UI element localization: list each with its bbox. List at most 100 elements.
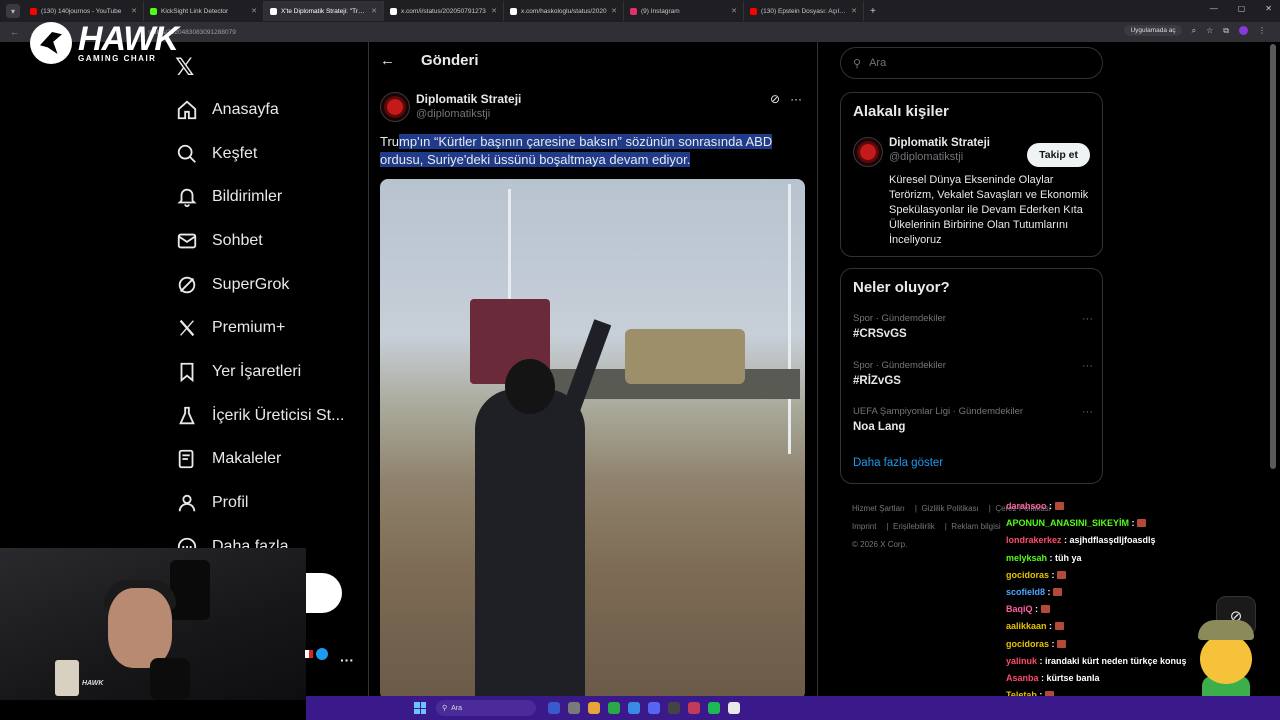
chat-username[interactable]: melyksah (1006, 553, 1047, 563)
more-icon[interactable]: ··· (1082, 360, 1093, 372)
browser-tab[interactable]: (130) 140journos - YouTube ✕ (24, 1, 144, 21)
taskbar-search[interactable]: ⚲ Ara (436, 700, 536, 716)
zoom-icon[interactable]: ⌕ (1192, 26, 1196, 36)
chat-username[interactable]: londrakerkez (1006, 535, 1062, 545)
imprint-link[interactable]: Imprint (852, 522, 876, 531)
taskbar-app-icon[interactable] (688, 702, 700, 714)
nav-item-sohbet[interactable]: Sohbet (174, 219, 344, 263)
extensions-icon[interactable]: ⧉ (1223, 26, 1229, 36)
chat-username[interactable]: BaqiQ (1006, 604, 1033, 614)
browser-tab[interactable]: X'te Diplomatik Strateji: "Trump ✕ (264, 1, 384, 21)
nav-item-bildirimler[interactable]: Bildirimler (174, 175, 344, 219)
taskbar-app-icon[interactable] (708, 702, 720, 714)
maximize-button[interactable]: ▢ (1238, 4, 1246, 13)
browser-tab[interactable]: (9) Instagram ✕ (624, 1, 744, 21)
new-tab-button[interactable]: + (870, 6, 876, 17)
search-input[interactable] (869, 57, 1070, 69)
trend-item[interactable]: UEFA Şampiyonlar Ligi · Gündemdekiler Noa… (853, 406, 1093, 433)
tab-close-icon[interactable]: ✕ (851, 7, 857, 15)
nav-item-supergrok[interactable]: SuperGrok (174, 263, 344, 307)
taskbar-app-icon[interactable] (568, 702, 580, 714)
accessibility-link[interactable]: Erişilebilirlik (893, 522, 935, 531)
related-user[interactable]: Diplomatik Strateji @diplomatikstji (853, 137, 990, 167)
window-menu-button[interactable]: ▾ (6, 4, 20, 18)
taskbar-app-icon[interactable] (668, 702, 680, 714)
privacy-link[interactable]: Gizlilik Politikası (921, 504, 978, 513)
browser-tab[interactable]: KickSight Link Detector ✕ (144, 1, 264, 21)
browser-tab[interactable]: x.com/haskologlu/status/2020 ✕ (504, 1, 624, 21)
taskbar-app-icon[interactable] (548, 702, 560, 714)
nav-item-i-çerik-üreticisi-st-[interactable]: İçerik Üreticisi St... (174, 394, 344, 438)
divider (817, 42, 818, 702)
show-more-link[interactable]: Daha fazla göster (853, 457, 943, 469)
tab-favicon-icon (150, 7, 157, 15)
tab-close-icon[interactable]: ✕ (731, 7, 737, 15)
account-more-icon[interactable]: ··· (340, 652, 354, 668)
terms-link[interactable]: Hizmet Şartları (852, 504, 905, 513)
post-text: Trump'ın “Kürtler başının çaresine baksı… (380, 133, 810, 169)
menu-icon[interactable]: ⋮ (1258, 26, 1266, 35)
tab-close-icon[interactable]: ✕ (611, 7, 617, 15)
emote-icon (1040, 605, 1050, 614)
open-in-app-button[interactable]: Uygulamada aç (1124, 25, 1182, 36)
more-icon[interactable]: ··· (1082, 406, 1093, 418)
close-window-button[interactable]: ✕ (1265, 4, 1272, 13)
search-bar[interactable]: ⚲ (840, 47, 1103, 79)
related-handle[interactable]: @diplomatikstji (889, 151, 990, 163)
author-handle[interactable]: @diplomatikstji (416, 108, 521, 120)
author-name[interactable]: Diplomatik Strateji (416, 92, 521, 106)
nav-label: Profil (212, 494, 249, 512)
post-button-partial[interactable] (306, 573, 342, 613)
chat-username[interactable]: aalikkaan (1006, 621, 1047, 631)
chat-username[interactable]: Asanba (1006, 673, 1039, 683)
minimize-button[interactable]: — (1210, 4, 1218, 13)
browser-tab[interactable]: (130) Epstein Dosyası: Açılırsa K ✕ (744, 1, 864, 21)
taskbar-app-icon[interactable] (588, 702, 600, 714)
post-author[interactable]: Diplomatik Strateji @diplomatikstji (380, 92, 521, 122)
hawk-brand-text: HAWK (78, 19, 179, 58)
mascot-hat-graphic (1198, 620, 1254, 640)
profile-avatar[interactable] (1239, 26, 1248, 35)
taskbar-app-icon[interactable] (648, 702, 660, 714)
chat-username[interactable]: gocidoras (1006, 570, 1049, 580)
avatar[interactable] (853, 137, 883, 167)
more-icon[interactable]: ··· (1082, 313, 1093, 325)
back-arrow-icon[interactable]: ← (380, 52, 395, 69)
nav-item-premium-[interactable]: Premium+ (174, 306, 344, 350)
grok-icon[interactable]: ⊘ (770, 92, 780, 106)
nav-item-anasayfa[interactable]: Anasayfa (174, 88, 344, 132)
nav-item-yer-i-şaretleri[interactable]: Yer İşaretleri (174, 350, 344, 394)
chat-username[interactable]: yalinuk (1006, 656, 1037, 666)
chat-username[interactable]: scofield8 (1006, 587, 1045, 597)
tab-close-icon[interactable]: ✕ (251, 7, 257, 15)
taskbar-app-icon[interactable] (608, 702, 620, 714)
more-icon[interactable]: ··· (790, 92, 802, 106)
tab-title: (130) Epstein Dosyası: Açılırsa K (761, 7, 848, 15)
chat-username[interactable]: APONUN_ANASINI_SIKEYİM (1006, 518, 1129, 528)
browser-tab[interactable]: x.com/i/status/202050791273 ✕ (384, 1, 504, 21)
chat-username[interactable]: gocidoras (1006, 639, 1049, 649)
related-name[interactable]: Diplomatik Strateji (889, 137, 990, 149)
nav-item-makaleler[interactable]: Makaleler (174, 438, 344, 482)
tab-close-icon[interactable]: ✕ (491, 7, 497, 15)
trend-item[interactable]: Spor · Gündemdekiler #RİZvGS ··· (853, 360, 1093, 387)
chat-message: darahsoo : (1006, 498, 1186, 515)
tab-close-icon[interactable]: ✕ (371, 7, 377, 15)
tab-close-icon[interactable]: ✕ (131, 7, 137, 15)
avatar[interactable] (380, 92, 410, 122)
taskbar-app-icon[interactable] (628, 702, 640, 714)
windows-start-icon[interactable] (414, 702, 426, 714)
follow-button[interactable]: Takip et (1027, 143, 1090, 167)
back-nav-icon[interactable]: ← (10, 27, 19, 37)
taskbar-app-icon[interactable] (728, 702, 740, 714)
scrollbar[interactable] (1270, 44, 1276, 469)
ads-info-link[interactable]: Reklam bilgisi (951, 522, 1000, 531)
trend-name: #CRSvGS (853, 328, 907, 340)
star-icon[interactable]: ☆ (1206, 26, 1213, 35)
chat-message: Asanba : kürtse banla (1006, 673, 1100, 684)
nav-item-keşfet[interactable]: Keşfet (174, 132, 344, 176)
nav-item-profil[interactable]: Profil (174, 481, 344, 525)
post-image[interactable] (380, 179, 805, 700)
chat-username[interactable]: darahsoo (1006, 501, 1047, 511)
trend-item[interactable]: Spor · Gündemdekiler #CRSvGS ··· (853, 313, 1093, 340)
